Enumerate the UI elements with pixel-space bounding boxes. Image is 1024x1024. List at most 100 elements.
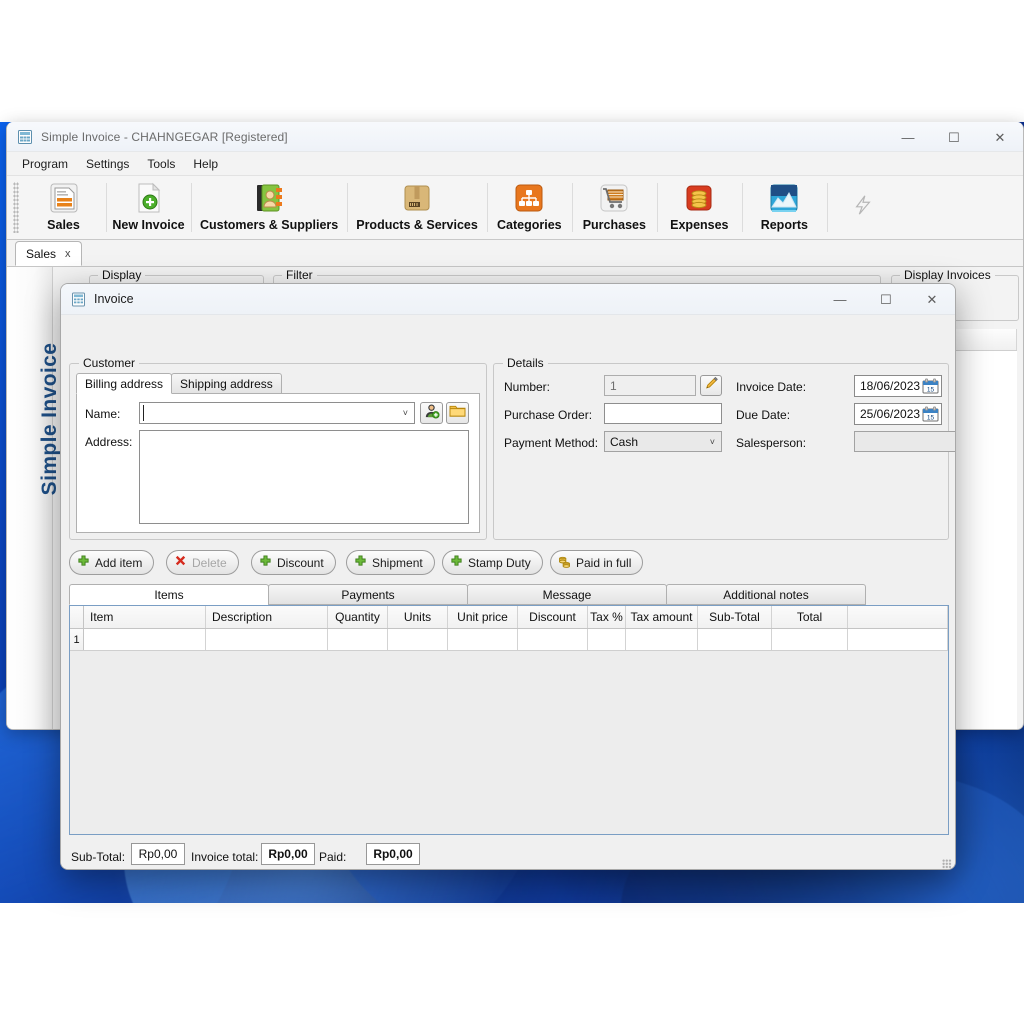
add-item-button-label: Add item <box>95 555 143 570</box>
app-window-controls: — ☐ ✕ <box>885 122 1023 152</box>
menu-item-settings[interactable]: Settings <box>77 154 138 174</box>
shipment-button[interactable]: Shipment <box>346 550 435 575</box>
tab-additional-notes-label: Additional notes <box>723 587 809 602</box>
dialog-maximize-button[interactable]: ☐ <box>863 284 909 314</box>
edit-invoice-number-button[interactable] <box>700 375 722 396</box>
toolbar-button-quick-action[interactable] <box>828 176 898 239</box>
tab-items[interactable]: Items <box>69 584 269 605</box>
tab-shipping-address[interactable]: Shipping address <box>171 373 282 394</box>
cell-sub-total[interactable] <box>698 629 772 650</box>
toolbar-button-reports[interactable]: Reports <box>741 176 827 239</box>
grid-column-tax-amount[interactable]: Tax amount <box>626 606 698 628</box>
cell-description[interactable] <box>206 629 328 650</box>
cell-unit-price[interactable] <box>448 629 518 650</box>
menu-item-tools[interactable]: Tools <box>138 154 184 174</box>
tab-additional-notes[interactable]: Additional notes <box>666 584 866 605</box>
purchase-order-input[interactable] <box>604 403 722 424</box>
app-title-bar: Simple Invoice - CHAHNGEGAR [Registered]… <box>7 122 1023 152</box>
customer-name-input[interactable]: ˅ <box>139 402 415 424</box>
select-customer-button[interactable] <box>420 402 443 424</box>
row-number: 1 <box>70 629 84 650</box>
grid-column-unit-price[interactable]: Unit price <box>448 606 518 628</box>
toolbar-grip[interactable] <box>13 182 19 233</box>
calendar-icon[interactable]: 15 <box>922 406 939 422</box>
invoice-dialog: Invoice — ☐ ✕ Customer Billing address S… <box>60 283 956 870</box>
cell-tax-percent[interactable] <box>588 629 626 650</box>
sub-total-label: Sub-Total: <box>71 850 126 864</box>
tab-message[interactable]: Message <box>467 584 667 605</box>
tab-payments[interactable]: Payments <box>268 584 468 605</box>
items-grid[interactable]: Item Description Quantity Units Unit pri… <box>69 605 949 835</box>
toolbar-button-expenses[interactable]: Expenses <box>656 176 742 239</box>
toolbar-label-expenses: Expenses <box>670 218 729 232</box>
coins-icon <box>558 555 571 571</box>
delete-button[interactable]: Delete <box>166 550 239 575</box>
customer-name-label: Name: <box>85 407 121 421</box>
app-minimize-button[interactable]: — <box>885 122 931 152</box>
purchases-icon <box>597 181 631 215</box>
grid-column-tax-percent[interactable]: Tax % <box>588 606 626 628</box>
invoice-doc-icon <box>71 292 86 307</box>
payment-method-select[interactable]: Cash ˅ <box>604 431 722 452</box>
chevron-down-icon[interactable]: ˅ <box>403 408 408 418</box>
discount-button[interactable]: Discount <box>251 550 336 575</box>
app-close-button[interactable]: ✕ <box>977 122 1023 152</box>
resize-grip[interactable] <box>942 859 952 869</box>
stamp-duty-button[interactable]: Stamp Duty <box>442 550 543 575</box>
lightning-icon <box>852 194 874 221</box>
cell-total[interactable] <box>772 629 848 650</box>
tab-billing-address[interactable]: Billing address <box>76 373 173 394</box>
menu-bar: Program Settings Tools Help <box>7 152 1023 176</box>
brand-vertical-text: Simple Invoice <box>38 342 61 496</box>
due-date-input[interactable]: 25/06/2023 15 <box>854 403 942 425</box>
brand-strip: Simple Invoice <box>7 267 61 729</box>
cell-quantity[interactable] <box>328 629 388 650</box>
menu-item-program[interactable]: Program <box>13 154 77 174</box>
cell-units[interactable] <box>388 629 448 650</box>
tab-shipping-address-label: Shipping address <box>180 376 273 391</box>
open-customer-folder-button[interactable] <box>446 402 469 424</box>
grid-column-sub-total[interactable]: Sub-Total <box>698 606 772 628</box>
chevron-down-icon[interactable]: ˅ <box>710 437 715 447</box>
table-row[interactable]: 1 <box>70 629 948 651</box>
dialog-minimize-button[interactable]: — <box>817 284 863 314</box>
details-group-legend: Details <box>503 356 548 370</box>
toolbar-button-customers-suppliers[interactable]: Customers & Suppliers <box>191 176 347 239</box>
toolbar-button-categories[interactable]: Categories <box>486 176 572 239</box>
menu-item-help[interactable]: Help <box>184 154 227 174</box>
paid-in-full-button[interactable]: Paid in full <box>550 550 644 575</box>
grid-column-description[interactable]: Description <box>206 606 328 628</box>
folder-icon <box>449 403 466 423</box>
grid-column-units[interactable]: Units <box>388 606 448 628</box>
plus-green-icon <box>77 554 90 571</box>
main-tab-sales-close-icon[interactable]: x <box>65 248 71 260</box>
grid-column-item[interactable]: Item <box>84 606 206 628</box>
invoice-dialog-title-bar: Invoice — ☐ ✕ <box>61 284 955 315</box>
cell-filler <box>848 629 948 650</box>
cell-tax-amount[interactable] <box>626 629 698 650</box>
toolbar-label-new-invoice: New Invoice <box>112 218 185 232</box>
add-item-button[interactable]: Add item <box>69 550 155 575</box>
invoice-date-input[interactable]: 18/06/2023 15 <box>854 375 942 397</box>
invoice-section-tabs: Items Payments Message Additional notes <box>69 584 871 605</box>
cell-discount[interactable] <box>518 629 588 650</box>
invoice-total-value: Rp0,00 <box>268 847 308 861</box>
grid-column-discount[interactable]: Discount <box>518 606 588 628</box>
main-tab-sales[interactable]: Sales x <box>15 241 82 266</box>
grid-column-quantity[interactable]: Quantity <box>328 606 388 628</box>
customer-address-textarea[interactable] <box>139 430 469 524</box>
toolbar-button-sales[interactable]: Sales <box>21 176 106 239</box>
invoice-number-input[interactable]: 1 <box>604 375 696 396</box>
cell-item[interactable] <box>84 629 206 650</box>
toolbar-button-products-services[interactable]: Products & Services <box>347 176 487 239</box>
salesperson-select[interactable]: ˅ <box>854 431 955 452</box>
payment-method-label: Payment Method: <box>504 436 599 450</box>
calendar-icon[interactable]: 15 <box>922 378 939 394</box>
toolbar-button-new-invoice[interactable]: New Invoice <box>106 176 191 239</box>
grid-column-total[interactable]: Total <box>772 606 848 628</box>
due-date-value: 25/06/2023 <box>860 407 921 421</box>
select-customer-icon <box>423 402 440 424</box>
app-maximize-button[interactable]: ☐ <box>931 122 977 152</box>
dialog-close-button[interactable]: ✕ <box>909 284 955 314</box>
toolbar-button-purchases[interactable]: Purchases <box>571 176 657 239</box>
